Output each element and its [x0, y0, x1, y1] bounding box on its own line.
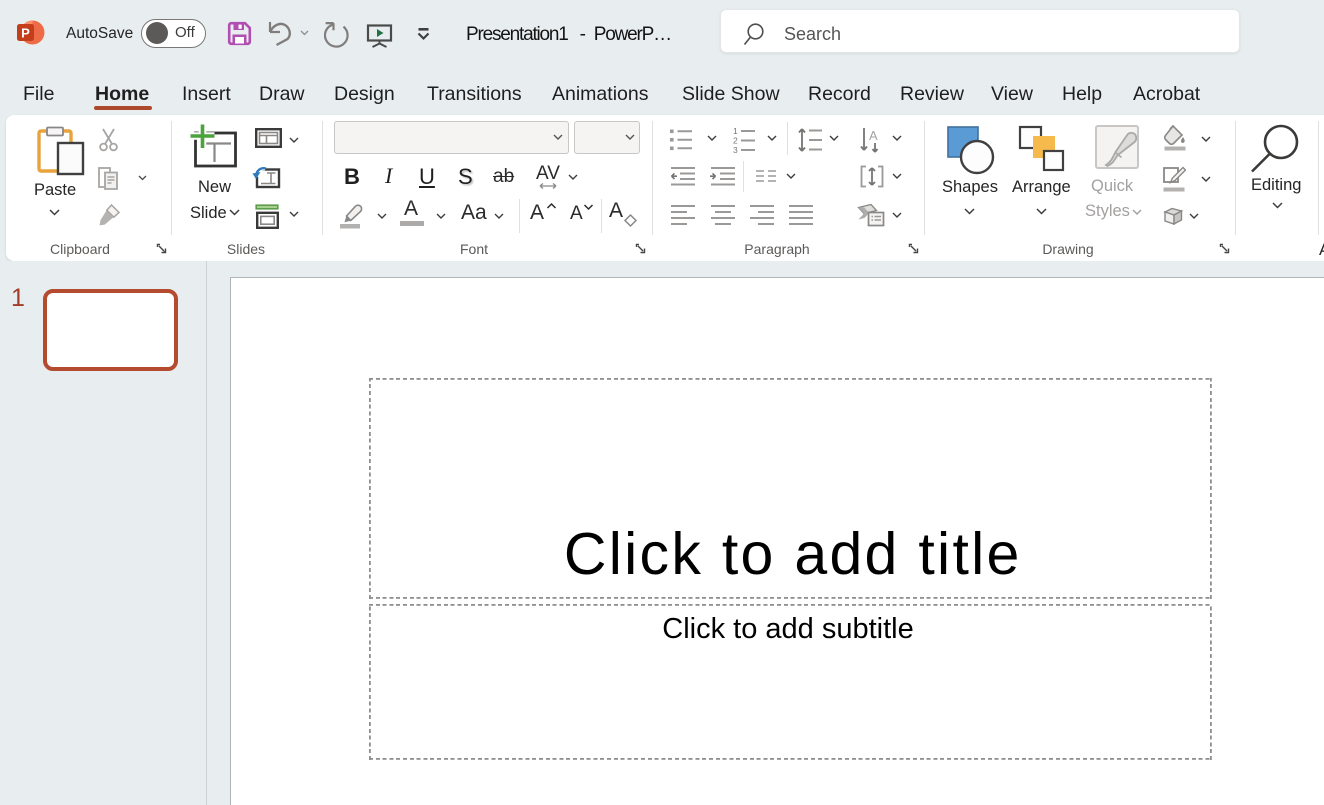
svg-text:1: 1: [733, 126, 738, 136]
svg-text:A: A: [869, 128, 878, 143]
svg-text:3: 3: [733, 145, 738, 154]
svg-text:2: 2: [733, 136, 738, 146]
svg-text:P: P: [21, 26, 30, 41]
